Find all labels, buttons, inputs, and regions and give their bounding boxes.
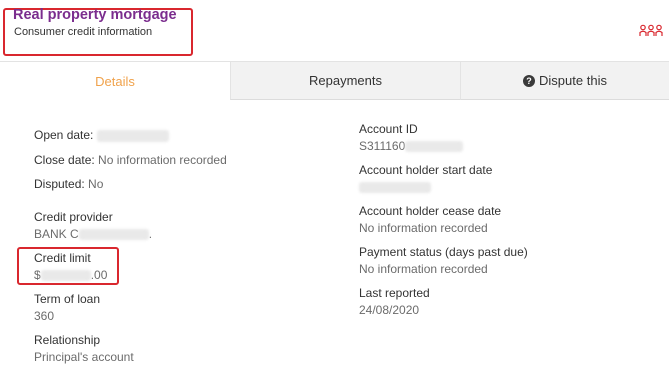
credit-limit-suffix: .00: [90, 268, 108, 282]
credit-limit-prefix: $: [34, 268, 41, 282]
account-holder-start-date-label: Account holder start date: [359, 163, 493, 177]
payment-status-value: No information recorded: [359, 262, 488, 276]
tab-repayments-label: Repayments: [309, 73, 382, 88]
disputed-row: Disputed: No: [34, 177, 103, 191]
credit-limit-label: Credit limit: [34, 251, 91, 265]
open-date-row: Open date:: [34, 128, 169, 142]
disputed-value: No: [88, 177, 104, 191]
page-subtitle: Consumer credit information: [14, 26, 153, 38]
relationship-label: Relationship: [34, 333, 101, 347]
close-date-value: No information recorded: [98, 153, 227, 167]
details-panel: Open date: Close date: No information re…: [0, 100, 669, 371]
account-id-value: S311160: [359, 139, 464, 153]
close-date-label: Close date:: [34, 153, 95, 167]
account-holder-cease-date-value: No information recorded: [359, 221, 488, 235]
payment-status-label: Payment status (days past due): [359, 245, 528, 259]
redacted-account-id: [405, 141, 464, 153]
account-id-prefix: S311160: [359, 139, 406, 153]
close-date-row: Close date: No information recorded: [34, 153, 227, 167]
term-of-loan-value: 360: [34, 309, 55, 323]
open-date-label: Open date:: [34, 128, 94, 142]
credit-provider-label: Credit provider: [34, 210, 113, 224]
term-of-loan-label: Term of loan: [34, 292, 101, 306]
redacted-credit-provider: [78, 229, 149, 241]
last-reported-label: Last reported: [359, 286, 430, 300]
tab-dispute[interactable]: ? Dispute this: [461, 61, 669, 100]
tab-details-label: Details: [95, 73, 135, 89]
tab-details[interactable]: Details: [0, 61, 230, 100]
credit-provider-prefix: BANK C: [34, 227, 79, 241]
last-reported-value: 24/08/2020: [359, 303, 420, 317]
disputed-label: Disputed:: [34, 177, 85, 191]
credit-provider-suffix: .: [148, 227, 153, 241]
relationship-value: Principal's account: [34, 350, 134, 364]
redacted-open-date: [96, 129, 169, 142]
page-header: Real property mortgage Consumer credit i…: [0, 0, 669, 61]
tab-bar: Details Repayments ? Dispute this: [0, 61, 669, 100]
redacted-start-date: [359, 182, 431, 194]
page-title: Real property mortgage: [13, 7, 177, 23]
tab-dispute-label: Dispute this: [539, 73, 607, 88]
question-circle-icon: ?: [523, 74, 536, 87]
people-group-icon[interactable]: [639, 24, 663, 38]
tab-repayments[interactable]: Repayments: [230, 61, 461, 100]
redacted-credit-limit: [40, 270, 91, 282]
account-holder-start-date-value: [359, 180, 431, 194]
credit-limit-value: $ .00: [34, 268, 107, 282]
account-id-label: Account ID: [359, 122, 418, 136]
account-holder-cease-date-label: Account holder cease date: [359, 204, 502, 218]
credit-provider-value: BANK C.: [34, 227, 152, 241]
